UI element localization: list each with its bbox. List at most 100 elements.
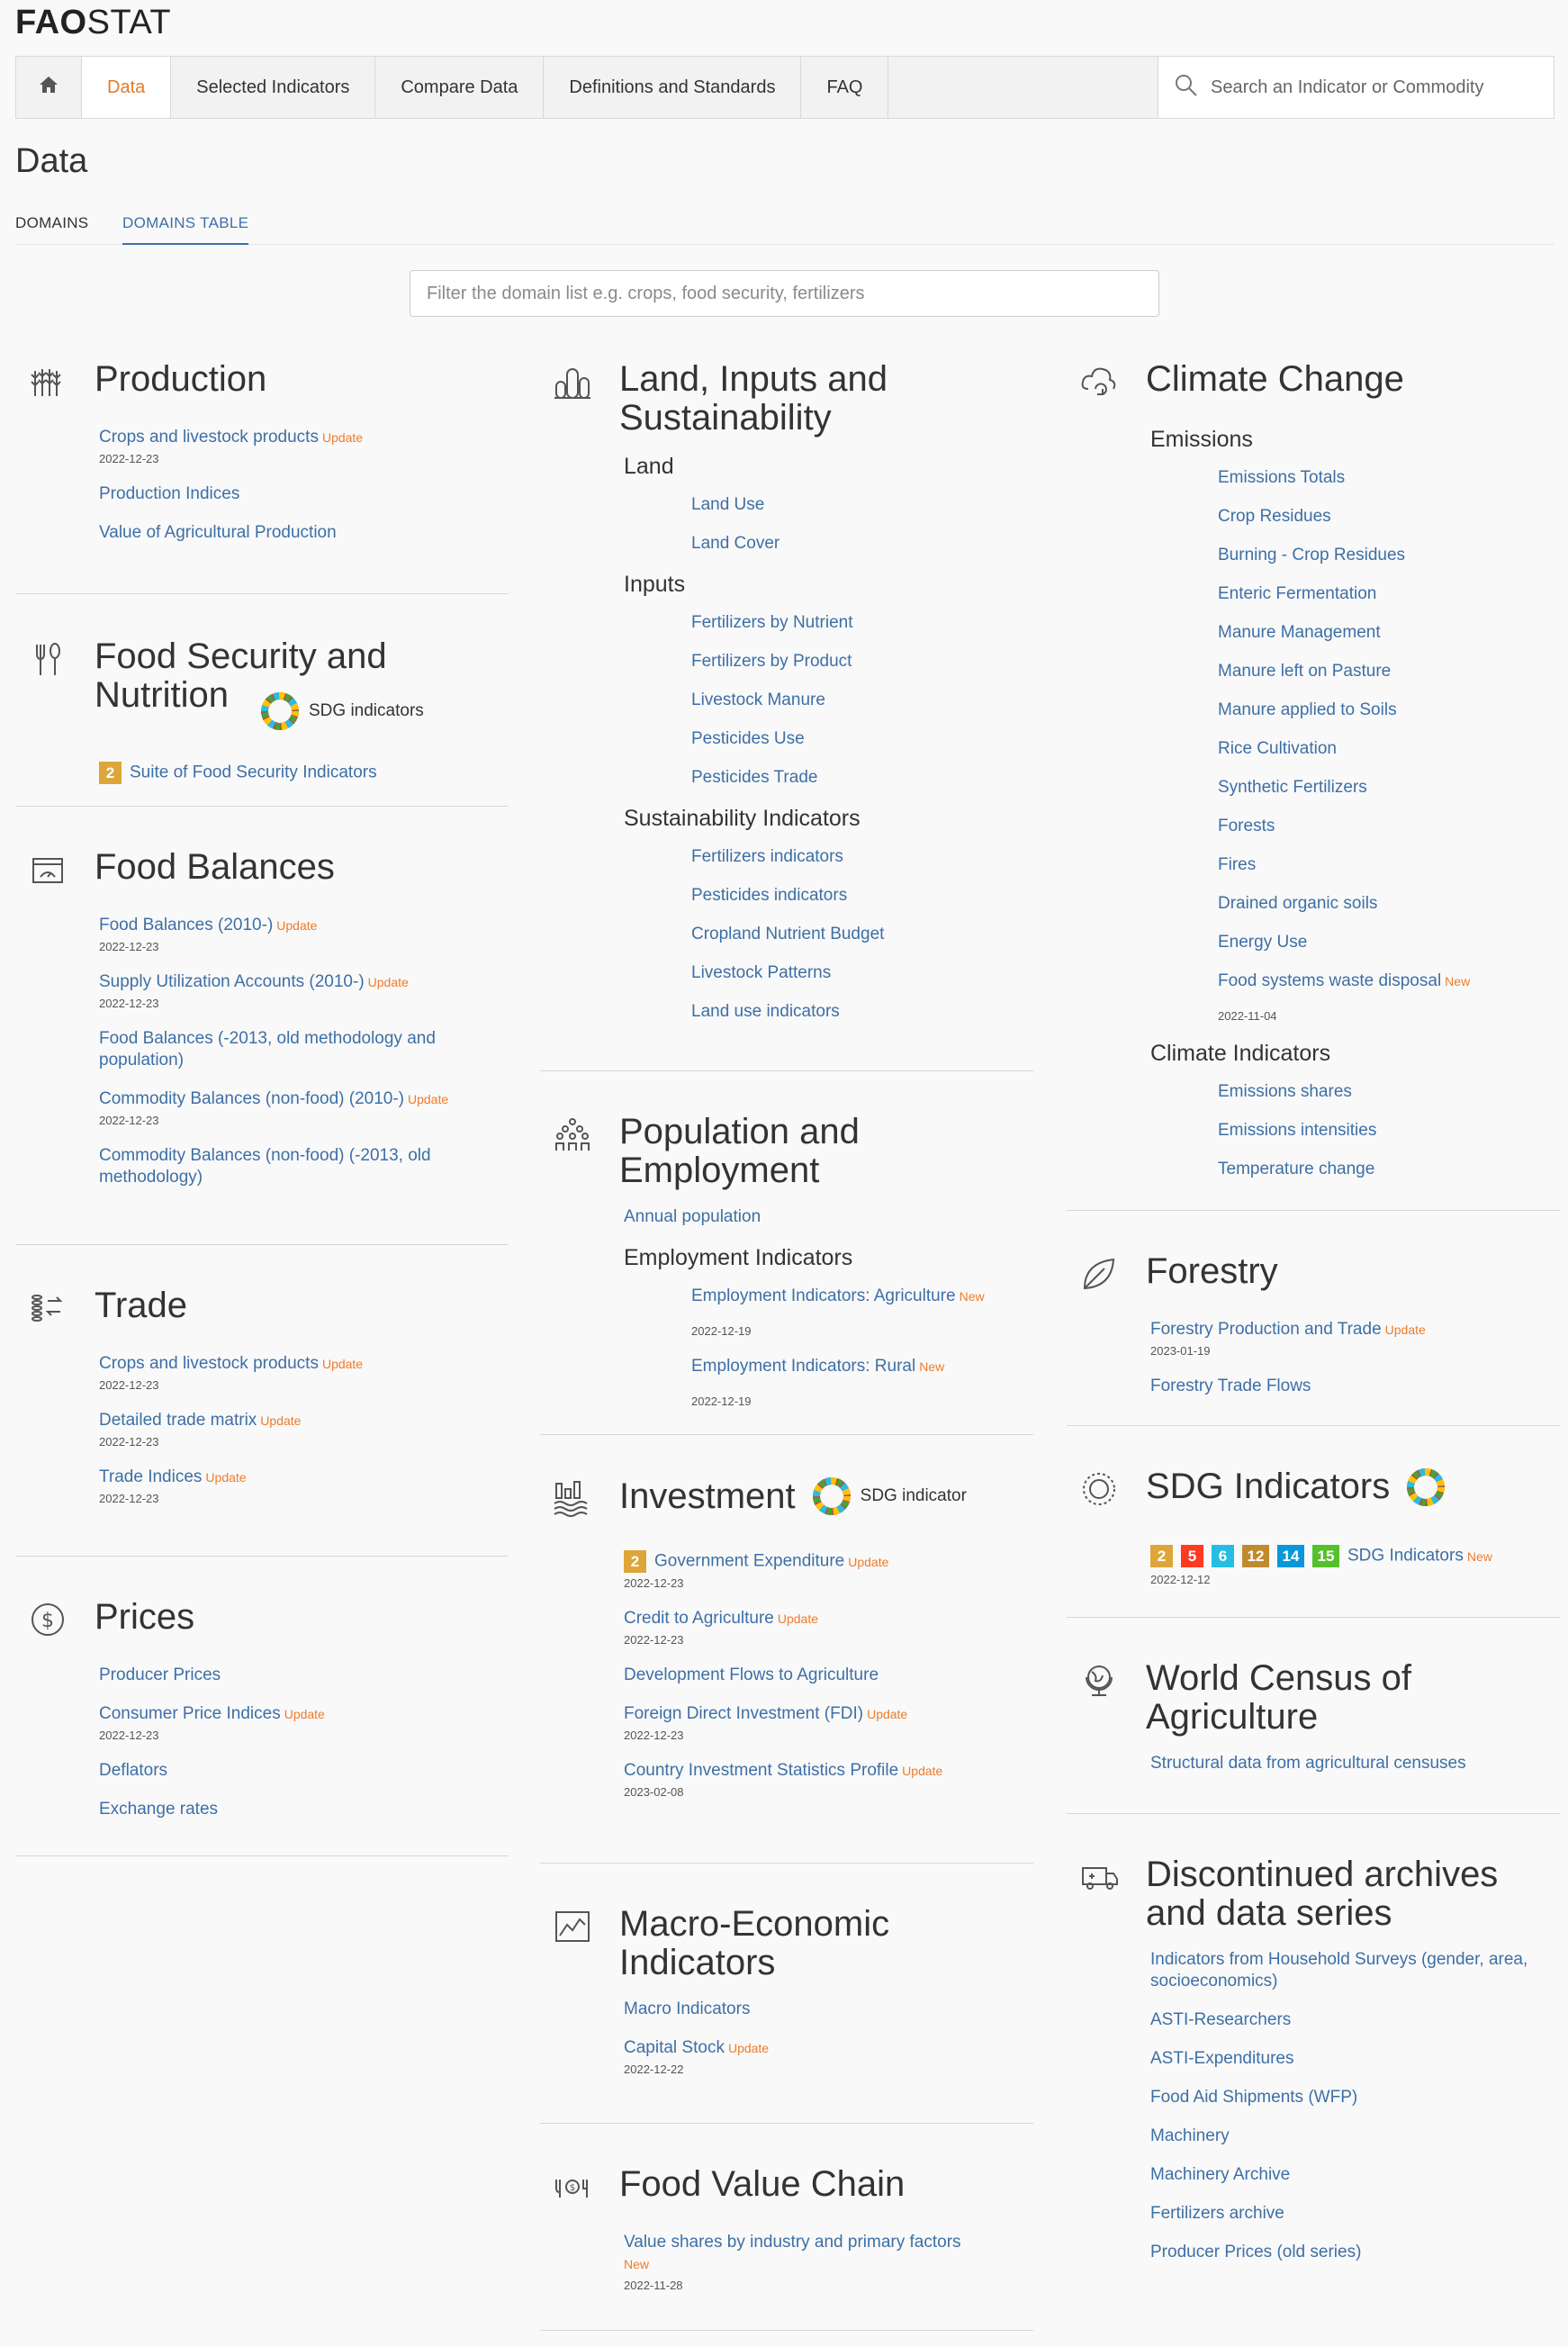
link-producer-prices[interactable]: Producer Prices (99, 1665, 509, 1686)
domain-title: Prices (95, 1597, 195, 1637)
link-sua-2010[interactable]: Supply Utilization Accounts (2010-) Updat… (99, 971, 509, 993)
link-forests[interactable]: Forests (1218, 816, 1560, 837)
link-asti-researchers[interactable]: ASTI-Researchers (1150, 2009, 1560, 2031)
link-food-balances-2010[interactable]: Food Balances (2010-) Update (99, 915, 509, 936)
link-livestock-patterns[interactable]: Livestock Patterns (691, 962, 1033, 984)
link-producer-prices-old[interactable]: Producer Prices (old series) (1150, 2242, 1560, 2263)
link-emissions-totals[interactable]: Emissions Totals (1218, 467, 1560, 489)
page-title: Data (15, 142, 88, 180)
link-fertilizers-indicators[interactable]: Fertilizers indicators (691, 846, 1033, 868)
link-land-use[interactable]: Land Use (691, 494, 1033, 516)
link-value-agri-production[interactable]: Value of Agricultural Production (99, 522, 509, 544)
link-production-indices[interactable]: Production Indices (99, 483, 509, 505)
link-temperature-change[interactable]: Temperature change (1218, 1159, 1560, 1180)
link-employment-rural[interactable]: Employment Indicators: Rural New (691, 1356, 1033, 1377)
link-structural-data[interactable]: Structural data from agricultural census… (1150, 1753, 1560, 1774)
nav-home[interactable] (16, 57, 82, 118)
link-food-balances-old[interactable]: Food Balances (-2013, old methodology an… (99, 1028, 477, 1071)
link-fertilizers-archive[interactable]: Fertilizers archive (1150, 2203, 1560, 2225)
link-development-flows[interactable]: Development Flows to Agriculture (624, 1665, 1033, 1686)
subsection-climate-indicators: Climate Indicators (1150, 1041, 1331, 1066)
link-emissions-shares[interactable]: Emissions shares (1218, 1081, 1560, 1103)
column-1: Production Crops and livestock products U… (15, 360, 509, 1856)
link-food-aid-shipments[interactable]: Food Aid Shipments (WFP) (1150, 2087, 1560, 2108)
link-livestock-manure[interactable]: Livestock Manure (691, 690, 1033, 711)
link-fertilizers-product[interactable]: Fertilizers by Product (691, 651, 1033, 673)
date: 2022-12-23 (99, 452, 159, 465)
link-commodity-balances-old[interactable]: Commodity Balances (non-food) (-2013, ol… (99, 1145, 477, 1188)
link-fires[interactable]: Fires (1218, 854, 1560, 876)
update-badge: Update (284, 1707, 325, 1721)
date: 2023-02-08 (624, 1785, 684, 1799)
link-energy-use[interactable]: Energy Use (1218, 932, 1560, 953)
link-employment-agriculture[interactable]: Employment Indicators: Agriculture New (691, 1286, 1033, 1307)
link-sdg-indicators[interactable]: 2 5 6 12 14 15 SDG Indicators New (1150, 1545, 1560, 1567)
domain-world-census: World Census of Agriculture Structural d… (1067, 1618, 1560, 1814)
link-emissions-intensities[interactable]: Emissions intensities (1218, 1120, 1560, 1142)
link-machinery-archive[interactable]: Machinery Archive (1150, 2164, 1560, 2186)
link-country-investment-profile[interactable]: Country Investment Statistics Profile Upd… (624, 1760, 1033, 1782)
link-cpi[interactable]: Consumer Price Indices Update (99, 1703, 509, 1725)
link-manure-pasture[interactable]: Manure left on Pasture (1218, 661, 1560, 682)
link-macro-indicators[interactable]: Macro Indicators (624, 1999, 1033, 2020)
date: 2022-11-28 (624, 2279, 683, 2292)
link-fdi[interactable]: Foreign Direct Investment (FDI) Update (624, 1703, 1033, 1725)
link-exchange-rates[interactable]: Exchange rates (99, 1799, 509, 1820)
link-fertilizers-nutrient[interactable]: Fertilizers by Nutrient (691, 612, 1033, 634)
link-forestry-production[interactable]: Forestry Production and Trade Update (1150, 1319, 1560, 1340)
tab-domains[interactable]: DOMAINS (15, 214, 88, 243)
link-value-shares[interactable]: Value shares by industry and primary fac… (624, 2232, 1033, 2275)
link-annual-population[interactable]: Annual population (624, 1206, 1033, 1228)
faostat-logo[interactable]: FAOSTAT (15, 4, 171, 42)
link-rice-cultivation[interactable]: Rice Cultivation (1218, 738, 1560, 760)
link-land-use-indicators[interactable]: Land use indicators (691, 1001, 1033, 1023)
nav-selected-indicators[interactable]: Selected Indicators (171, 57, 376, 118)
date: 2022-12-23 (624, 1729, 684, 1742)
silo-icon (553, 362, 601, 411)
link-household-surveys[interactable]: Indicators from Household Surveys (gende… (1150, 1949, 1528, 1992)
tab-domains-table[interactable]: DOMAINS TABLE (122, 214, 249, 245)
nav-data[interactable]: Data (82, 57, 172, 118)
link-deflators[interactable]: Deflators (99, 1760, 509, 1782)
sdg-goal-badge: 14 (1277, 1545, 1304, 1567)
link-crops-livestock[interactable]: Crops and livestock products Update (99, 427, 509, 448)
link-crop-residues[interactable]: Crop Residues (1218, 506, 1560, 528)
search-input[interactable] (1211, 77, 1535, 98)
link-trade-indices[interactable]: Trade Indices Update (99, 1467, 509, 1488)
link-asti-expenditures[interactable]: ASTI-Expenditures (1150, 2048, 1560, 2070)
nav-definitions[interactable]: Definitions and Standards (544, 57, 802, 118)
link-drained-organic-soils[interactable]: Drained organic soils (1218, 893, 1560, 915)
nav-compare-data[interactable]: Compare Data (375, 57, 545, 118)
link-cropland-nutrient[interactable]: Cropland Nutrient Budget (691, 924, 1033, 945)
link-trade-matrix[interactable]: Detailed trade matrix Update (99, 1410, 509, 1431)
subsection-land: Land (624, 454, 674, 479)
subsection-sustainability: Sustainability Indicators (624, 806, 861, 831)
link-manure-soils[interactable]: Manure applied to Soils (1218, 700, 1560, 721)
domain-filter-input[interactable] (427, 283, 1138, 304)
link-commodity-balances-2010[interactable]: Commodity Balances (non-food) (2010-) Upd… (99, 1088, 509, 1110)
link-pesticides-trade[interactable]: Pesticides Trade (691, 767, 1033, 789)
domain-trade: Trade Crops and livestock products Update… (15, 1245, 509, 1557)
link-land-cover[interactable]: Land Cover (691, 533, 1033, 555)
link-food-waste-disposal[interactable]: Food systems waste disposal New (1218, 970, 1560, 992)
cloud-cycle-icon (1079, 362, 1128, 411)
new-badge: New (1445, 974, 1471, 988)
update-badge: Update (408, 1092, 449, 1106)
domain-title: Discontinued archives and data series (1146, 1855, 1499, 1933)
link-manure-management[interactable]: Manure Management (1218, 622, 1560, 644)
link-synthetic-fertilizers[interactable]: Synthetic Fertilizers (1218, 777, 1560, 799)
link-burning-crop-residues[interactable]: Burning - Crop Residues (1218, 545, 1560, 566)
update-badge: Update (867, 1707, 908, 1721)
link-pesticides-use[interactable]: Pesticides Use (691, 728, 1033, 750)
link-trade-crops-livestock[interactable]: Crops and livestock products Update (99, 1353, 509, 1375)
nav-faq[interactable]: FAQ (801, 57, 889, 118)
link-forestry-trade-flows[interactable]: Forestry Trade Flows (1150, 1376, 1560, 1397)
link-pesticides-indicators[interactable]: Pesticides indicators (691, 885, 1033, 907)
sdg-wheel-icon (812, 1476, 852, 1516)
link-capital-stock[interactable]: Capital Stock Update (624, 2037, 1033, 2059)
link-enteric-fermentation[interactable]: Enteric Fermentation (1218, 583, 1560, 605)
link-government-expenditure[interactable]: 2 Government Expenditure Update (624, 1550, 1033, 1573)
link-machinery[interactable]: Machinery (1150, 2126, 1560, 2147)
link-food-security-suite[interactable]: 2 Suite of Food Security Indicators (99, 762, 509, 784)
link-credit-agriculture[interactable]: Credit to Agriculture Update (624, 1608, 1033, 1629)
